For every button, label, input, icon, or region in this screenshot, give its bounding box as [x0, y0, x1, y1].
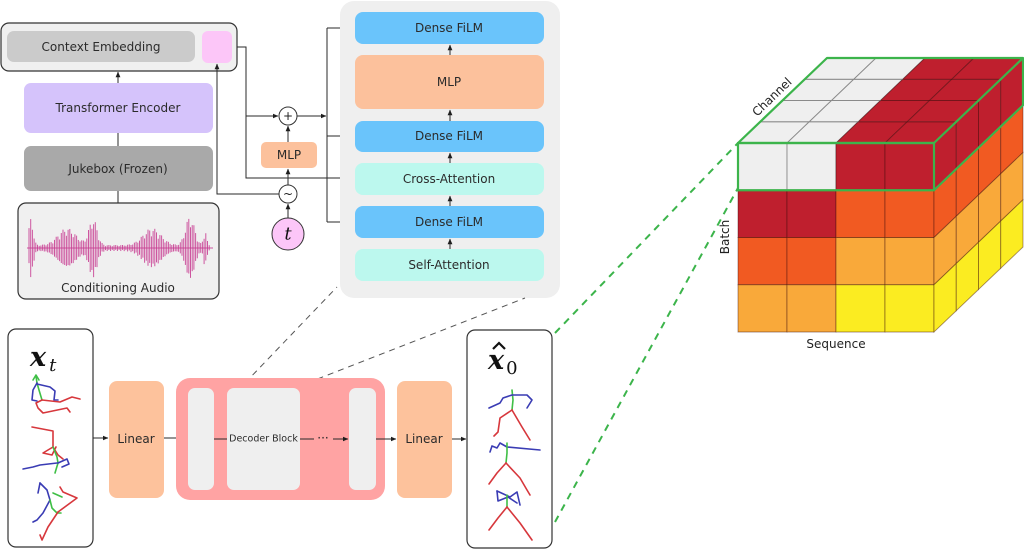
conditioning-audio-label: Conditioning Audio: [61, 281, 175, 295]
tensor-cell-front: [786, 237, 837, 286]
layer-dense-film-top-label: Dense FiLM: [415, 21, 483, 35]
conditioning-audio: Conditioning Audio: [17, 202, 220, 300]
sinusoidal-symbol: ~: [283, 187, 293, 201]
tensor-cell-front: [737, 189, 788, 238]
tensor-cell-front: [884, 284, 935, 333]
timestep-symbol: t: [284, 224, 292, 245]
tensor-cell-front: [884, 237, 935, 286]
decoder-block-label: Decoder Block: [229, 434, 298, 445]
zoom-guide-left: [244, 286, 338, 384]
wire-sinusoid-to-timestep-token: [214, 63, 279, 195]
transformer-encoder-label: Transformer Encoder: [55, 101, 181, 115]
context-embedding-label: Context Embedding: [42, 40, 161, 54]
tensor-cell-front: [884, 189, 935, 238]
linear-out-label: Linear: [405, 432, 442, 446]
predicted-motion-output: x0: [466, 329, 553, 549]
tensor-cell-front: [835, 284, 886, 333]
layer-self-attention-label: Self-Attention: [408, 258, 489, 272]
add-symbol: +: [283, 109, 293, 123]
tensor-cell-front: [884, 142, 935, 191]
linear-in-label: Linear: [117, 432, 154, 446]
tensor-cell-front: [786, 284, 837, 333]
tensor-cell-front: [786, 142, 837, 191]
tensor-cell-front: [737, 237, 788, 286]
jukebox-label: Jukebox (Frozen): [67, 162, 167, 176]
decoder-layer-last: [349, 388, 376, 490]
tensor-cell-front: [835, 237, 886, 286]
timestep-token: [202, 31, 232, 63]
decoder-layer-first: [188, 388, 214, 490]
layer-mlp-label: MLP: [437, 75, 461, 89]
tensor-cell-front: [835, 189, 886, 238]
tensor-cube: [736, 56, 1024, 334]
decoder-stack: Decoder Block ···: [176, 378, 385, 500]
tensor-cell-front: [835, 142, 886, 191]
decoder-block-detail-panel: Dense FiLM MLP Dense FiLM Cross-Attentio…: [340, 1, 560, 298]
diffusion-architecture-diagram: Context Embedding Transformer Encoder Ju…: [0, 1, 1024, 549]
context-embedding: Context Embedding: [0, 22, 238, 72]
timestep-mlp-label: MLP: [277, 148, 301, 162]
layer-cross-attention-label: Cross-Attention: [403, 172, 495, 186]
sequence-axis-label: Sequence: [806, 337, 865, 351]
tensor-cell-front: [737, 284, 788, 333]
decoder-ellipsis: ···: [317, 431, 328, 445]
batch-axis-label: Batch: [718, 220, 732, 255]
tensor-cell-front: [737, 142, 788, 191]
noisy-motion-input: xt: [7, 328, 94, 548]
tensor-guide-top: [554, 142, 739, 334]
layer-dense-film-middle-label: Dense FiLM: [415, 129, 483, 143]
layer-dense-film-bottom-label: Dense FiLM: [415, 215, 483, 229]
tensor-cell-front: [786, 189, 837, 238]
